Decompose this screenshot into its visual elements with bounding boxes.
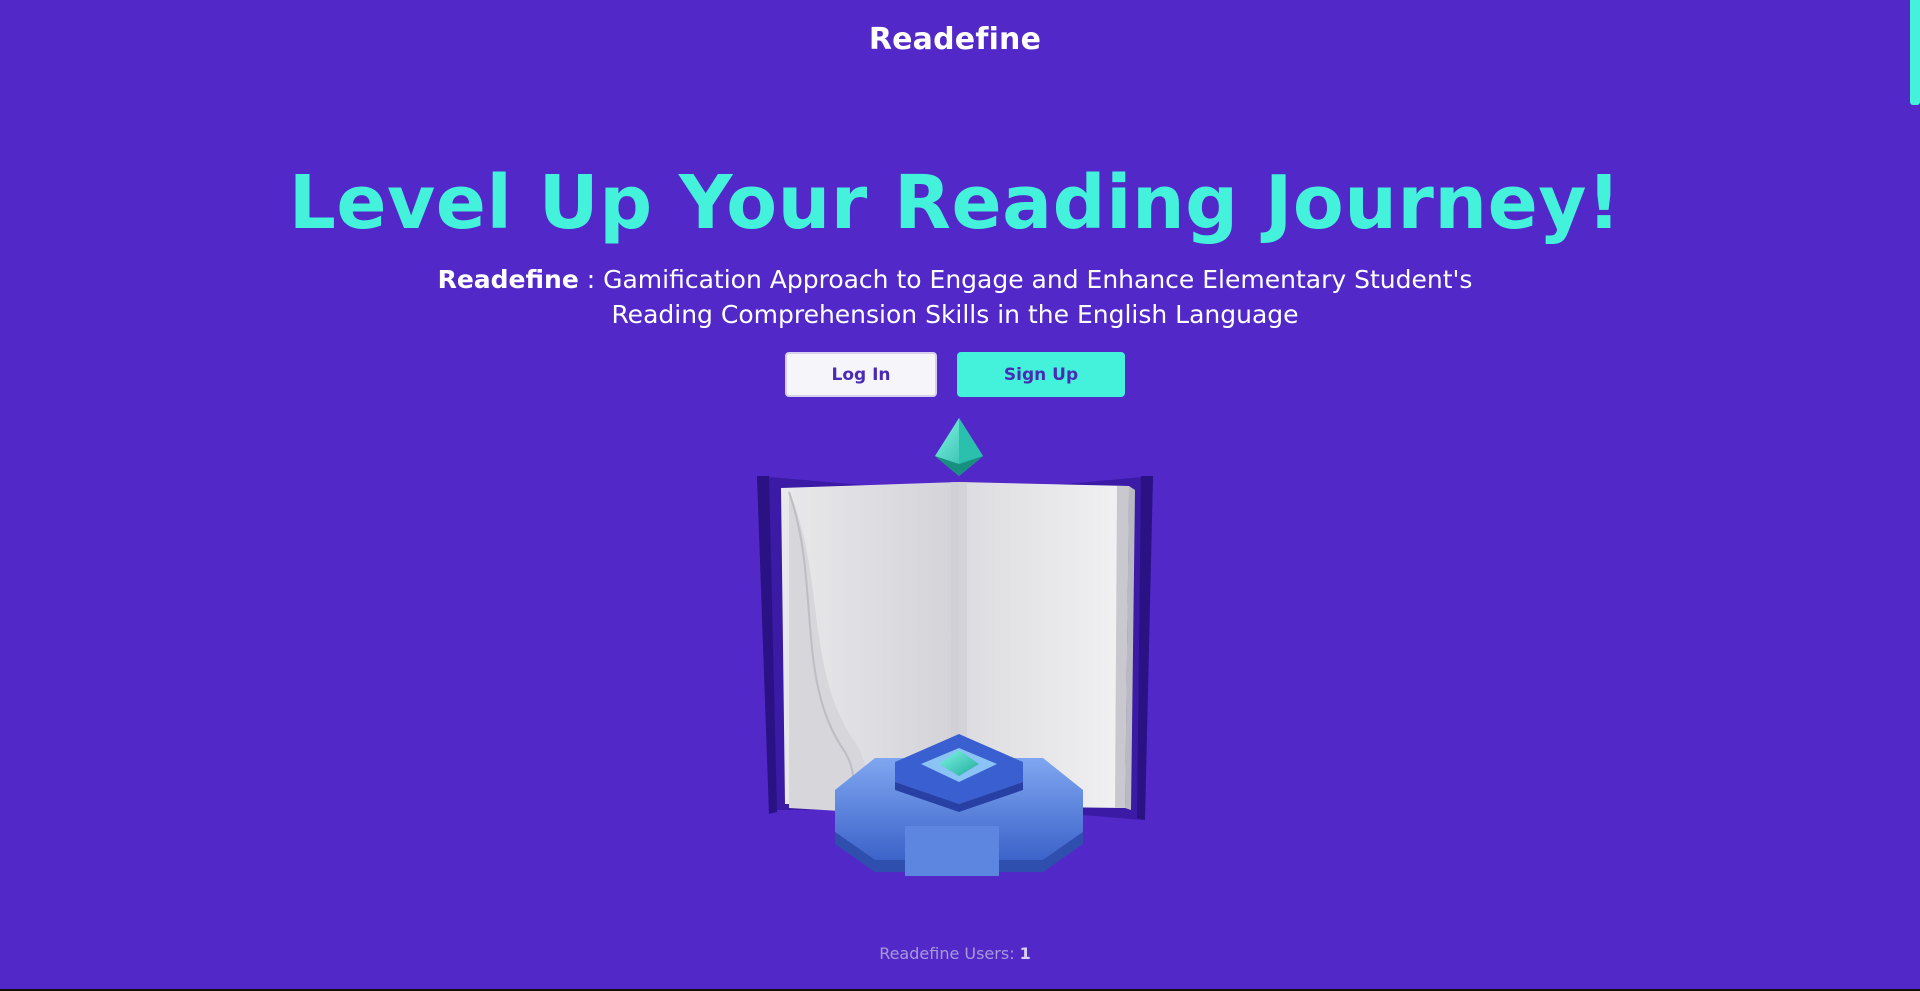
signup-button[interactable]: Sign Up [957, 352, 1125, 397]
auth-buttons: Log In Sign Up [0, 352, 1910, 397]
subtitle-line-2: Reading Comprehension Skills in the Engl… [611, 300, 1299, 329]
hero-subtitle: Readefine : Gamification Approach to Eng… [0, 262, 1910, 332]
users-label: Readefine Users: [879, 944, 1020, 963]
brand-logo-text: Readefine [868, 22, 1042, 57]
scrollbar-thumb[interactable] [1910, 0, 1920, 105]
login-button[interactable]: Log In [785, 352, 937, 397]
user-count-footer: Readefine Users: 1 [0, 944, 1910, 963]
subtitle-text-1: : Gamification Approach to Engage and En… [578, 265, 1473, 294]
page-scrollbar[interactable] [1908, 0, 1920, 991]
landing-page: Readefine Level Up Your Reading Journey!… [0, 0, 1920, 991]
subtitle-brand: Readefine [437, 265, 579, 294]
subtitle-line-1: Readefine : Gamification Approach to Eng… [0, 262, 1910, 297]
open-book-with-gem-icon [745, 412, 1165, 882]
users-count: 1 [1019, 944, 1031, 963]
hero-title: Level Up Your Reading Journey! [288, 160, 1622, 246]
